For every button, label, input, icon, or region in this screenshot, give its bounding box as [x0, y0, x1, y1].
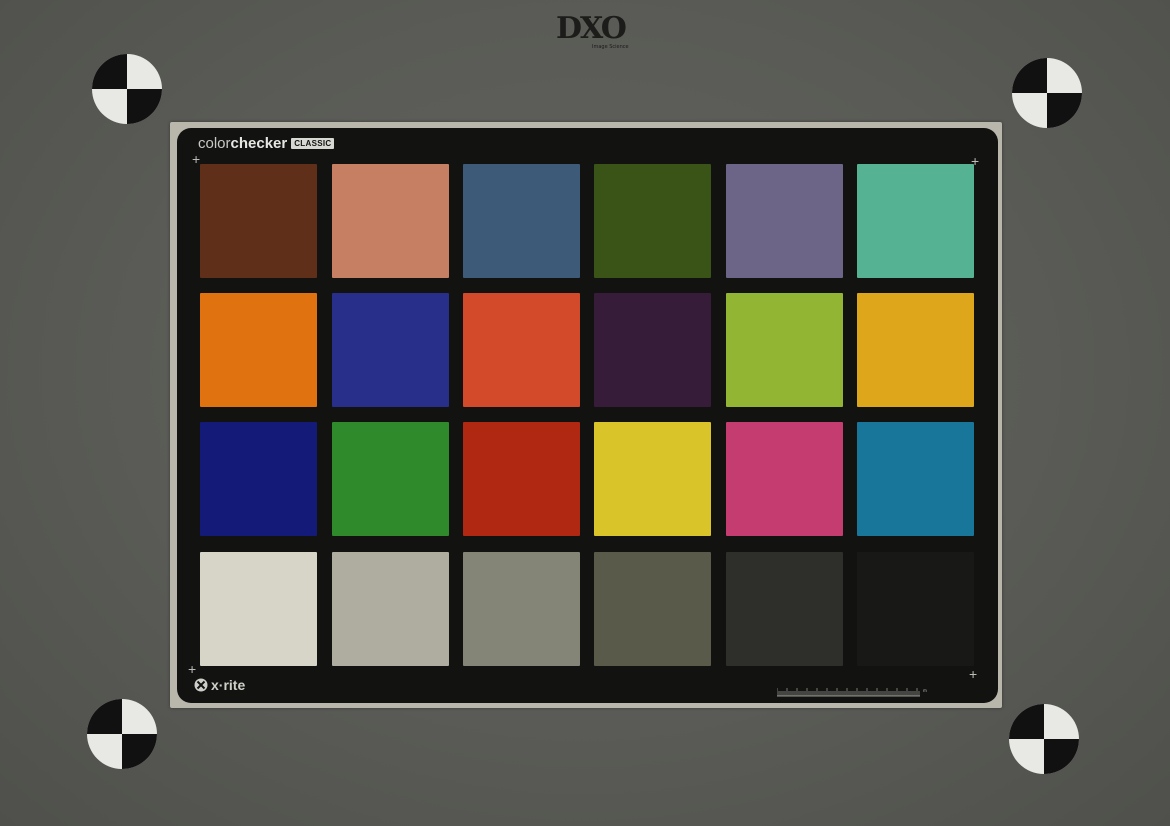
brand-light-text: color: [198, 135, 231, 152]
color-patch: [857, 293, 974, 407]
corner-crosshair-icon: +: [192, 151, 201, 167]
xrite-mark-icon: [194, 678, 208, 692]
color-patch: [594, 164, 711, 278]
color-patch: [594, 552, 711, 666]
color-patch: [332, 422, 449, 536]
registration-target-bottom-right: [1009, 704, 1079, 774]
color-patch: [726, 422, 843, 536]
color-patch: [200, 552, 317, 666]
corner-crosshair-icon: +: [188, 661, 197, 677]
corner-crosshair-icon: +: [969, 666, 978, 682]
registration-target-bottom-left: [87, 699, 157, 769]
registration-target-top-right: [1012, 58, 1082, 128]
color-patch: [594, 422, 711, 536]
color-patch: [857, 422, 974, 536]
color-patch: [857, 164, 974, 278]
color-patch: [463, 293, 580, 407]
color-patch: [463, 552, 580, 666]
dxo-logo: DXO Image Science: [556, 11, 629, 54]
color-patch: [200, 164, 317, 278]
ruler-unit-label: mm: [923, 688, 927, 693]
color-patch: [857, 552, 974, 666]
color-patch: [200, 293, 317, 407]
millimeter-ruler: mm: [777, 688, 927, 697]
color-patch: [463, 164, 580, 278]
color-patch: [332, 293, 449, 407]
color-patch: [726, 164, 843, 278]
brand-bold-text: checker: [230, 135, 288, 152]
xrite-logo: x·rite: [194, 677, 245, 693]
color-patch: [726, 293, 843, 407]
registration-target-top-left: [92, 54, 162, 124]
color-patch: [463, 422, 580, 536]
dxo-logo-text: DXO: [556, 11, 627, 46]
colorchecker-brand: color checker CLASSIC: [198, 135, 335, 152]
brand-badge: CLASSIC: [291, 138, 335, 149]
color-patch: [726, 552, 843, 666]
colorchecker-card: colorcheckerCLASSIC + + + + x·rite mm: [177, 128, 998, 703]
color-patch: [332, 164, 449, 278]
dxo-logo-subtitle: Image Science: [592, 44, 629, 50]
color-patch: [594, 293, 711, 407]
color-patch: [332, 552, 449, 666]
color-patch: [200, 422, 317, 536]
xrite-logo-text: x·rite: [211, 677, 246, 693]
photo-scene: DXO Image Science color checker CLASSIC + …: [0, 0, 1170, 826]
